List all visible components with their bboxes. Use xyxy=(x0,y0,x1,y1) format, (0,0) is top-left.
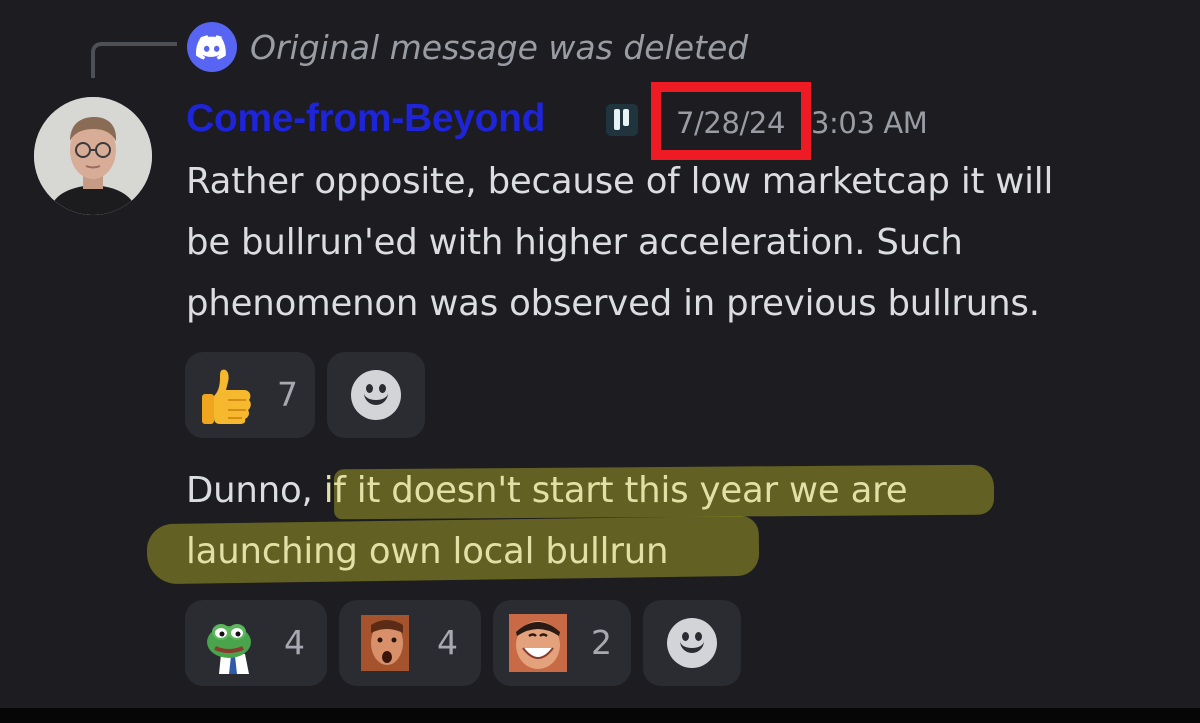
reaction-count: 4 xyxy=(437,623,458,662)
add-reaction-button[interactable] xyxy=(643,600,741,686)
followup-highlighted: if it doesn't start this year we are xyxy=(323,470,908,511)
reply-deleted-text[interactable]: Original message was deleted xyxy=(250,26,748,70)
followup-prefix: Dunno, xyxy=(186,470,324,511)
reaction-thumbs-up[interactable]: 7 xyxy=(185,352,315,438)
message-line: Rather opposite, because of low marketca… xyxy=(186,161,1054,202)
reaction-pepe[interactable]: 4 xyxy=(185,600,327,686)
thumbs-up-icon xyxy=(202,369,251,424)
bottom-edge xyxy=(0,708,1200,723)
timestamp-time: 3:03 AM xyxy=(811,106,928,140)
reaction-grinning[interactable]: 2 xyxy=(493,600,631,686)
server-tag-icon[interactable] xyxy=(606,104,638,136)
shocked-face-emoji xyxy=(361,615,409,671)
pepe-businessman-emoji xyxy=(207,624,251,674)
reply-connector xyxy=(91,42,177,78)
avatar[interactable] xyxy=(34,97,152,215)
date-annotation-box xyxy=(651,82,811,160)
reaction-count: 4 xyxy=(284,623,305,662)
message-line: phenomenon was observed in previous bull… xyxy=(186,283,1040,324)
reaction-count: 2 xyxy=(591,623,612,662)
add-reaction-icon xyxy=(667,618,717,668)
add-reaction-icon xyxy=(351,370,401,420)
reaction-shocked[interactable]: 4 xyxy=(339,600,481,686)
grinning-man-emoji xyxy=(509,614,567,672)
add-reaction-button[interactable] xyxy=(327,352,425,438)
reaction-count: 7 xyxy=(277,375,298,414)
author-name[interactable]: Come-from-Beyond xyxy=(186,96,546,142)
chat-area: Original message was deleted Come-from-B… xyxy=(0,0,1200,708)
discord-icon xyxy=(187,22,237,72)
message-content: Rather opposite, because of low marketca… xyxy=(186,151,1053,334)
message-line: be bullrun'ed with higher acceleration. … xyxy=(186,222,963,263)
followup-highlighted: launching own local bullrun xyxy=(186,531,669,572)
followup-message: Dunno, if it doesn't start this year we … xyxy=(186,460,908,582)
